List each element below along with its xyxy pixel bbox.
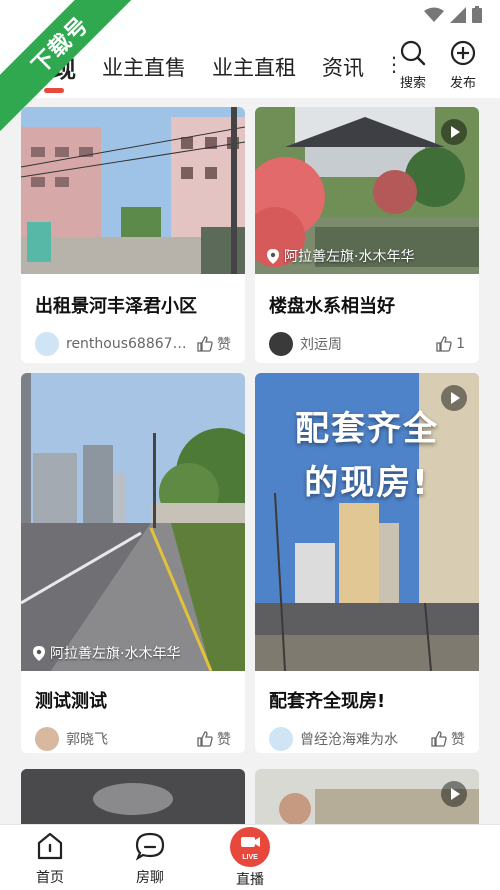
image-overlay-line2: 的现房!: [304, 463, 430, 503]
location-tag: 阿拉善左旗·水木年华: [33, 643, 180, 663]
author-name: 曾经沧海难为水: [300, 732, 398, 748]
post-meta: 曾经沧海难为水 赞: [255, 727, 479, 751]
location-pin-icon: [267, 248, 279, 264]
thumbs-up-icon: [436, 336, 452, 352]
post-image: 阿拉善左旗·水木年华: [21, 373, 245, 671]
publish-button[interactable]: 发布: [443, 40, 483, 91]
discover-feed: 出租景河丰泽君小区 renthous68867… 赞 阿拉善左旗·水木年华 楼盘…: [0, 98, 500, 824]
tab-owner-rent[interactable]: 业主直租: [212, 52, 296, 82]
post-card[interactable]: 阿拉善左旗·水木年华 测试测试 郭晓飞 赞: [21, 373, 245, 753]
author-name: 刘运周: [300, 337, 342, 353]
chat-bubble-icon: [135, 832, 165, 861]
post-card[interactable]: 配套齐全 的现房! 配套齐全现房! 曾经沧海难为水 赞: [255, 373, 479, 753]
avatar: [269, 332, 293, 356]
location-pin-icon: [33, 645, 45, 661]
wifi-icon: [424, 7, 444, 22]
post-meta: renthous68867… 赞: [21, 332, 245, 356]
post-meta: 郭晓飞 赞: [21, 727, 245, 751]
post-card[interactable]: [21, 769, 245, 824]
publish-label: 发布: [449, 76, 476, 91]
plus-circle-icon: [450, 40, 476, 66]
thumbs-up-icon: [431, 731, 447, 747]
battery-icon: [472, 6, 482, 23]
post-card[interactable]: 出租景河丰泽君小区 renthous68867… 赞: [21, 107, 245, 363]
svg-text:LIVE: LIVE: [242, 854, 258, 861]
post-image: [21, 769, 245, 824]
like-button[interactable]: 赞: [431, 729, 465, 749]
post-image: [21, 107, 245, 274]
location-tag: 阿拉善左旗·水木年华: [267, 246, 414, 266]
location-text: 阿拉善左旗·水木年华: [50, 646, 181, 662]
like-label: 赞: [451, 732, 465, 748]
search-label: 搜索: [399, 76, 426, 91]
like-button[interactable]: 赞: [197, 334, 231, 354]
post-title: 测试测试: [35, 691, 107, 712]
author-name: renthous68867…: [66, 336, 187, 352]
search-icon: [400, 40, 426, 66]
nav-chat[interactable]: 房聊: [120, 831, 180, 887]
like-label: 赞: [217, 337, 231, 353]
author-name: 郭晓飞: [66, 732, 108, 748]
location-text: 阿拉善左旗·水木年华: [284, 249, 415, 265]
active-tab-indicator: [44, 88, 64, 93]
bottom-nav: 首页 房聊 LIVE 直播: [0, 824, 500, 890]
thumbs-up-icon: [197, 731, 213, 747]
like-label: 赞: [217, 732, 231, 748]
avatar: [35, 727, 59, 751]
post-title: 楼盘水系相当好: [269, 296, 395, 317]
like-button[interactable]: 1: [436, 336, 465, 352]
video-play-icon: [441, 385, 467, 411]
home-icon: [37, 832, 63, 860]
post-title: 配套齐全现房!: [269, 691, 386, 712]
tab-owner-sale[interactable]: 业主直售: [102, 52, 186, 82]
video-play-icon: [441, 781, 467, 807]
video-play-icon: [441, 119, 467, 145]
search-button[interactable]: 搜索: [393, 40, 433, 91]
bottom-right-mask: [270, 825, 500, 890]
post-card[interactable]: [255, 769, 479, 824]
thumbs-up-icon: [197, 336, 213, 352]
post-meta: 刘运周 1: [255, 332, 479, 356]
live-icon: LIVE: [230, 827, 270, 867]
cell-signal-icon: [450, 6, 466, 23]
tab-news[interactable]: 资讯: [322, 52, 364, 82]
like-count: 1: [456, 336, 465, 352]
avatar: [35, 332, 59, 356]
post-image: 阿拉善左旗·水木年华: [255, 107, 479, 274]
post-title: 出租景河丰泽君小区: [35, 296, 197, 317]
nav-chat-label: 房聊: [136, 870, 164, 886]
avatar: [269, 727, 293, 751]
like-button[interactable]: 赞: [197, 729, 231, 749]
nav-home-label: 首页: [36, 870, 64, 886]
post-image: 配套齐全 的现房!: [255, 373, 479, 671]
post-card[interactable]: 阿拉善左旗·水木年华 楼盘水系相当好 刘运周 1: [255, 107, 479, 363]
nav-home[interactable]: 首页: [20, 831, 80, 887]
